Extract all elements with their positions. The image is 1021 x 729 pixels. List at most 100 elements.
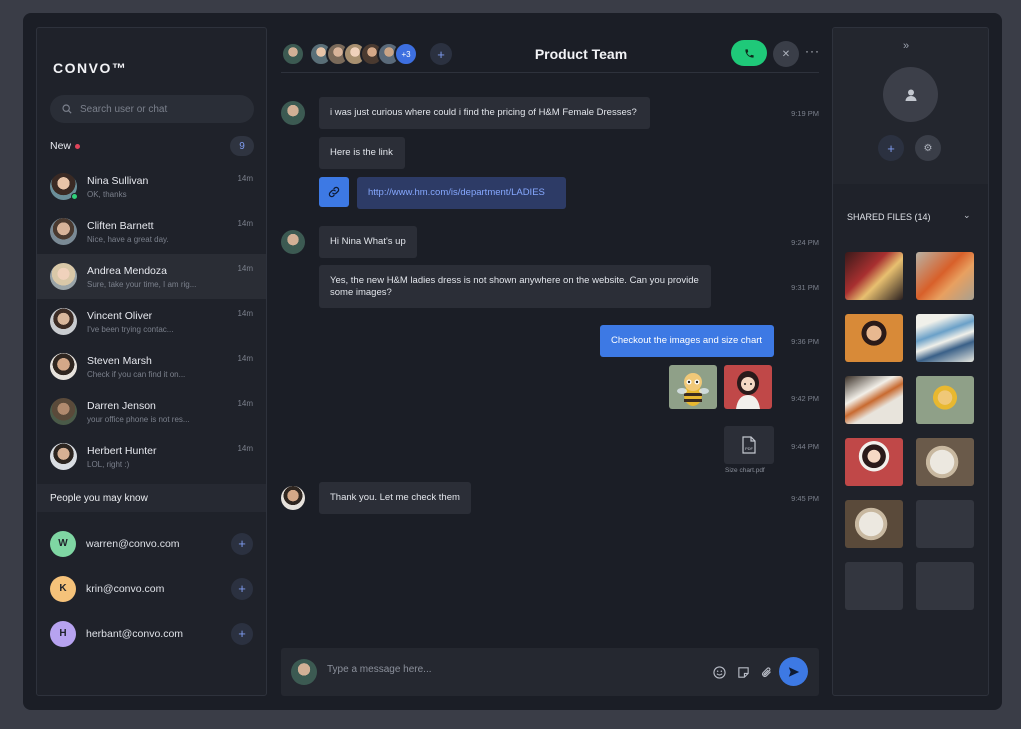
shared-file-thumbnail[interactable] <box>845 252 903 300</box>
new-indicator-dot <box>75 143 81 149</box>
contact-time: 14m <box>237 309 253 318</box>
contact-name: Darren Jenson <box>87 399 156 412</box>
online-status-dot <box>71 193 78 200</box>
sticker-button[interactable] <box>735 664 751 680</box>
new-count-badge: 9 <box>230 136 254 156</box>
contact-item-cliften-barnett[interactable]: Cliften Barnett Nice, have a great day. 1… <box>37 209 266 254</box>
suggestion-email: herbant@convo.com <box>86 627 184 640</box>
send-button[interactable] <box>779 657 808 686</box>
search-icon <box>62 104 72 114</box>
plus-icon: + <box>238 581 246 596</box>
contact-time: 14m <box>237 399 253 408</box>
shared-files-header[interactable]: SHARED FILES (14) <box>847 212 931 222</box>
contact-preview: Check if you can find it on... <box>87 369 186 379</box>
sender-avatar <box>281 101 305 125</box>
svg-text:PDF: PDF <box>745 446 754 451</box>
image-attachment-girl[interactable] <box>724 365 772 409</box>
image-attachment-bee[interactable] <box>669 365 717 409</box>
shared-file-thumbnail[interactable] <box>916 252 974 300</box>
avatar <box>50 263 77 290</box>
contact-time: 14m <box>237 264 253 273</box>
chevron-down-icon[interactable]: ⌄ <box>963 210 971 221</box>
message-composer <box>281 648 819 696</box>
contact-preview: I've been trying contac... <box>87 324 174 334</box>
chat-header: +3 + Product Team ✕ ··· <box>281 36 819 73</box>
contact-item-herbert-hunter[interactable]: Herbert Hunter LOL, right :) 14m <box>37 434 266 479</box>
add-group-member-button[interactable]: + <box>878 135 904 161</box>
message-bubble: Yes, the new H&M ladies dress is not sho… <box>319 265 711 308</box>
shared-file-thumbnail[interactable] <box>845 438 903 486</box>
message-input[interactable] <box>327 664 687 675</box>
group-settings-button[interactable]: ⚙ <box>915 135 941 161</box>
expand-icon: » <box>903 40 910 52</box>
file-name: Size chart.pdf <box>725 467 765 474</box>
contact-name: Cliften Barnett <box>87 219 154 232</box>
message-bubble: Here is the link <box>319 137 405 169</box>
contact-time: 14m <box>237 219 253 228</box>
add-contact-button[interactable]: + <box>231 622 253 645</box>
close-chat-button[interactable]: ✕ <box>773 41 799 67</box>
plus-icon: + <box>887 140 895 156</box>
avatar <box>50 173 78 200</box>
shared-file-thumbnail[interactable] <box>916 376 974 424</box>
shared-file-thumbnail[interactable] <box>916 314 974 362</box>
file-attachment[interactable]: PDF <box>724 426 774 464</box>
message-bubble: i was just curious where could i find th… <box>319 97 650 129</box>
contact-item-nina-sullivan[interactable]: Nina Sullivan OK, thanks 14m <box>37 164 266 209</box>
shared-file-thumbnail[interactable] <box>845 500 903 548</box>
avatar <box>50 353 77 380</box>
contact-item-steven-marsh[interactable]: Steven Marsh Check if you can find it on.… <box>37 344 266 389</box>
contact-time: 14m <box>237 354 253 363</box>
people-you-may-know-list: W warren@convo.com + K krin@convo.com + … <box>37 521 266 656</box>
message-time: 9:45 PM <box>791 494 819 503</box>
shared-file-thumbnail[interactable] <box>845 376 903 424</box>
shared-file-thumbnail[interactable] <box>916 438 974 486</box>
contact-list: Nina Sullivan OK, thanks 14m Cliften Barn… <box>37 164 266 479</box>
more-options-button[interactable]: ··· <box>805 44 820 58</box>
current-user-avatar <box>291 659 317 685</box>
contact-name: Steven Marsh <box>87 354 152 367</box>
new-label: New <box>50 140 72 152</box>
expand-panel-button[interactable]: » <box>903 40 909 52</box>
contact-name: Herbert Hunter <box>87 444 157 457</box>
more-icon: ··· <box>805 44 820 58</box>
suggestion-item-krin: K krin@convo.com + <box>37 566 266 611</box>
shared-file-thumbnail[interactable] <box>845 314 903 362</box>
add-contact-button[interactable]: + <box>231 577 253 600</box>
phone-icon <box>744 48 754 58</box>
details-panel: » + ⚙ SHARED FILES (14) ⌄ <box>832 27 989 696</box>
message-link[interactable]: http://www.hm.com/is/department/LADIES <box>357 177 566 209</box>
avatar <box>50 218 77 245</box>
attach-button[interactable] <box>758 664 774 680</box>
suggestion-item-herbant: H herbant@convo.com + <box>37 611 266 656</box>
call-button[interactable] <box>731 40 767 66</box>
contact-item-vincent-oliver[interactable]: Vincent Oliver I've been trying contac...… <box>37 299 266 344</box>
message-time: 9:42 PM <box>791 394 819 403</box>
user-icon <box>905 89 916 101</box>
contact-item-andrea-mendoza[interactable]: Andrea Mendoza Sure, take your time, I am… <box>37 254 266 299</box>
shared-file-placeholder[interactable] <box>916 562 974 610</box>
message-time: 9:36 PM <box>791 337 819 346</box>
contact-time: 14m <box>237 174 253 183</box>
search-input[interactable] <box>80 103 240 115</box>
plus-icon: + <box>238 536 246 551</box>
close-icon: ✕ <box>781 48 791 60</box>
search-box[interactable] <box>50 95 254 123</box>
contact-name: Andrea Mendoza <box>87 264 167 277</box>
link-button[interactable] <box>319 177 349 207</box>
sidebar: CONVO™ New 9 Nina Sullivan OK, thanks 14m… <box>36 27 267 696</box>
shared-file-placeholder[interactable] <box>845 562 903 610</box>
contact-time: 14m <box>237 444 253 453</box>
message-bubble-outgoing: Checkout the images and size chart <box>600 325 774 357</box>
shared-file-placeholder[interactable] <box>916 500 974 548</box>
contact-preview: LOL, right :) <box>87 459 130 469</box>
suggestion-email: warren@convo.com <box>86 537 180 550</box>
message-time: 9:44 PM <box>791 442 819 451</box>
contact-name: Nina Sullivan <box>87 174 149 187</box>
add-contact-button[interactable]: + <box>231 532 253 555</box>
app-window: CONVO™ New 9 Nina Sullivan OK, thanks 14m… <box>23 13 1002 710</box>
emoji-button[interactable] <box>711 664 727 680</box>
contact-item-darren-jenson[interactable]: Darren Jenson your office phone is not re… <box>37 389 266 434</box>
group-avatar[interactable] <box>883 67 938 122</box>
message-bubble: Hi Nina What's up <box>319 226 417 258</box>
